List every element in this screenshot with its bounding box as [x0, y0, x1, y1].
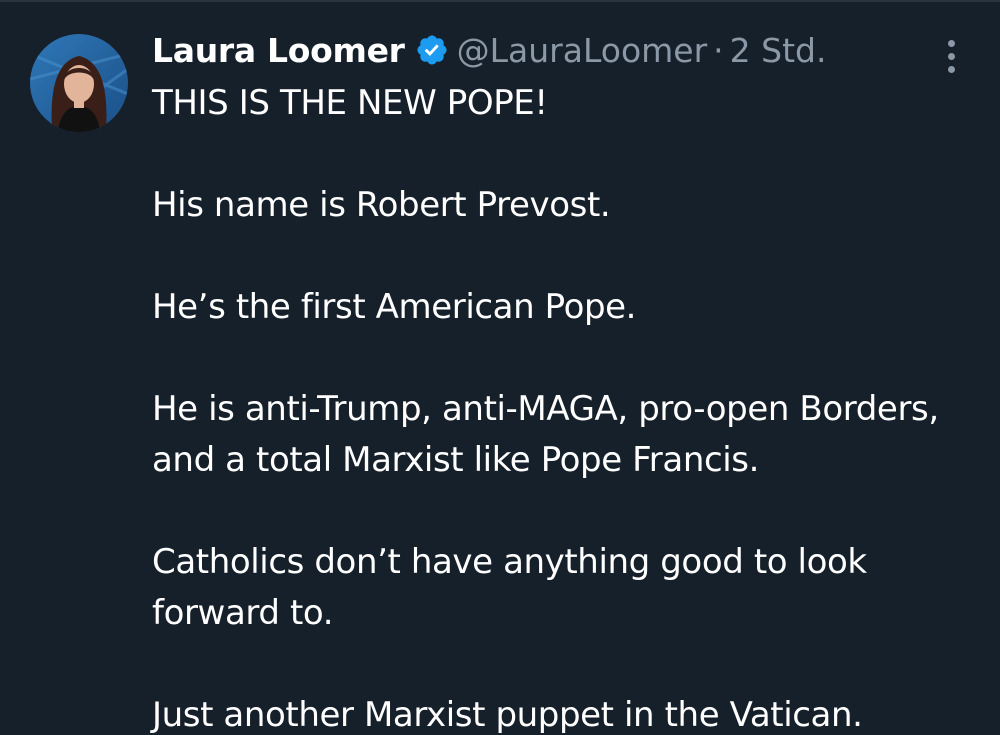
- user-handle[interactable]: @LauraLoomer: [457, 31, 708, 70]
- more-vertical-icon[interactable]: [936, 36, 966, 76]
- tweet-card[interactable]: Laura Loomer @LauraLoomer · 2 Std. THIS …: [0, 0, 1000, 735]
- tweet-paragraph: Just another Marxist puppet in the Vatic…: [152, 695, 863, 735]
- tweet-paragraph: His name is Robert Prevost.: [152, 185, 611, 225]
- display-name[interactable]: Laura Loomer: [152, 31, 405, 70]
- tweet-header: Laura Loomer @LauraLoomer · 2 Std.: [152, 24, 826, 76]
- tweet-paragraph: Catholics don’t have anything good to lo…: [152, 542, 867, 633]
- header-separator: ·: [713, 30, 724, 70]
- tweet-paragraph: He is anti-Trump, anti-MAGA, pro-open Bo…: [152, 389, 939, 480]
- verified-badge-icon: [415, 33, 449, 67]
- tweet-paragraph: He’s the first American Pope.: [152, 287, 637, 327]
- timestamp[interactable]: 2 Std.: [730, 31, 827, 70]
- tweet-paragraph: THIS IS THE NEW POPE!: [152, 83, 548, 123]
- avatar-image: [30, 34, 128, 132]
- avatar[interactable]: [30, 34, 128, 132]
- tweet-text: THIS IS THE NEW POPE! His name is Robert…: [152, 78, 982, 735]
